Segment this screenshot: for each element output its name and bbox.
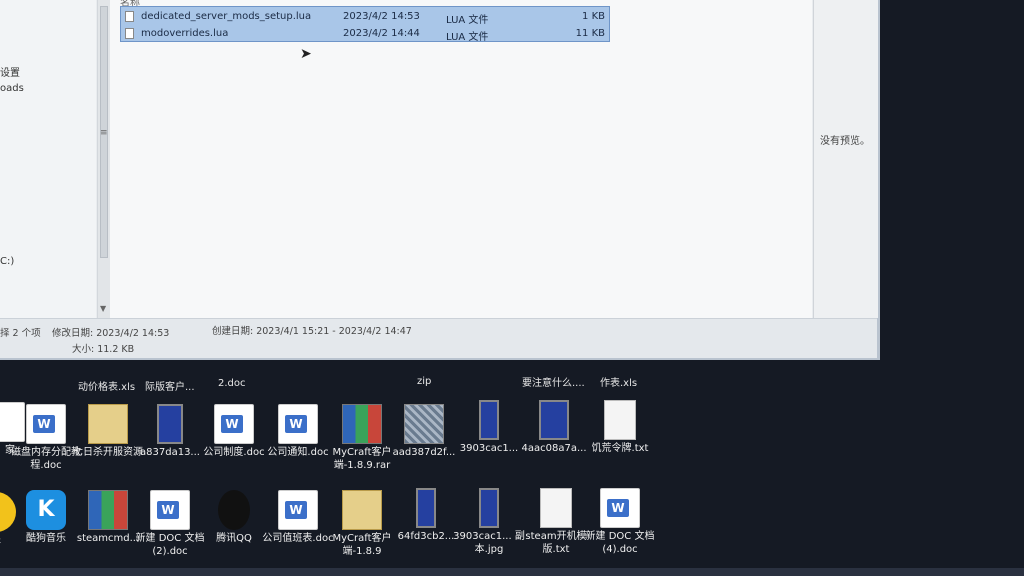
desktop-label[interactable]: 要注意什么.... [522, 374, 585, 389]
word-doc-icon: W [278, 404, 318, 444]
desktop-icon[interactable]: 饥荒令牌.txt [588, 400, 652, 480]
desktop-icon[interactable]: W 新建 DOC 文档 (2).doc [136, 490, 204, 570]
phone-image-icon [479, 400, 499, 440]
winrar-icon [88, 490, 128, 530]
desktop-icon[interactable]: steam开机模版.txt [524, 488, 588, 568]
created-date: 创建日期: 2023/4/1 15:21 - 2023/4/2 14:47 [212, 326, 412, 337]
desktop-icon[interactable]: W 公司值班表.doc [262, 490, 334, 570]
file-date: 2023/4/2 14:53 [343, 11, 420, 22]
text-file-icon [540, 488, 572, 528]
folder-icon [342, 490, 382, 530]
explorer-window: 设置 oads C:) ≡ ▼ 名称 dedicated_server_mods… [0, 0, 880, 360]
desktop-icon[interactable]: aad387d2f... [392, 404, 456, 484]
file-size: 11 KB [575, 28, 605, 39]
taskbar[interactable] [0, 568, 1024, 576]
file-name: modoverrides.lua [141, 28, 229, 39]
file-type: LUA 文件 [446, 15, 489, 26]
word-doc-icon: W [26, 404, 66, 444]
word-doc-icon: W [600, 488, 640, 528]
phone-image-icon [539, 400, 569, 440]
desktop-icon[interactable]: 64fd3cb2... [394, 488, 458, 568]
preview-message: 没有预览。 [820, 136, 870, 147]
file-name: dedicated_server_mods_setup.lua [141, 11, 312, 22]
desktop-icon[interactable]: W 磁盘内存分配教程.doc [11, 404, 81, 484]
desktop-icon[interactable]: 4aac08a7a... [522, 400, 587, 480]
modified-date: 修改日期: 2023/4/2 14:53 [52, 328, 170, 339]
details-pane: 择 2 个项 修改日期: 2023/4/2 14:53 大小: 11.2 KB … [0, 318, 877, 358]
navigation-pane[interactable]: 设置 oads C:) [0, 0, 96, 318]
nav-scrollbar[interactable]: ≡ ▼ [97, 0, 110, 318]
phone-image-icon [157, 404, 183, 444]
grip-icon: ≡ [100, 128, 108, 138]
folder-icon [88, 404, 128, 444]
desktop-icon[interactable]: K 酷狗音乐 [14, 490, 78, 570]
qq-icon [218, 490, 250, 530]
word-doc-icon: W [150, 490, 190, 530]
desktop-label[interactable]: zip [417, 376, 431, 387]
selection-count: 择 2 个项 [0, 328, 41, 339]
nav-item-settings[interactable]: 设置 [0, 64, 20, 79]
file-type: LUA 文件 [446, 32, 489, 43]
scroll-down-icon[interactable]: ▼ [100, 304, 106, 313]
file-row[interactable]: modoverrides.lua 2023/4/2 14:44 LUA 文件 1… [121, 25, 609, 43]
mouse-cursor-icon: ➤ [300, 46, 312, 62]
desktop-icon[interactable]: W 新建 DOC 文档 (4).doc [586, 488, 654, 568]
desktop-label[interactable]: 2.doc [218, 378, 246, 389]
desktop-label[interactable]: 作表.xls [600, 374, 637, 389]
desktop-icon[interactable]: W 公司制度.doc [202, 404, 266, 484]
desktop-icon[interactable]: a837da13... [138, 404, 202, 484]
preview-pane: 没有预览。 [813, 0, 878, 318]
desktop-icon[interactable]: MyCraft客户端-1.8.9 [330, 490, 394, 570]
kugou-icon: K [26, 490, 66, 530]
total-size: 大小: 11.2 KB [72, 344, 135, 355]
phone-image-icon [479, 488, 499, 528]
text-file-icon [604, 400, 636, 440]
image-icon [404, 404, 444, 444]
phone-image-icon [416, 488, 436, 528]
desktop-icon[interactable]: 3903cac1... [457, 400, 521, 480]
file-icon [125, 28, 134, 39]
word-doc-icon: W [214, 404, 254, 444]
selected-files: dedicated_server_mods_setup.lua 2023/4/2… [120, 6, 610, 43]
desktop-label[interactable]: 际版客户... [145, 378, 195, 393]
file-icon [125, 11, 134, 22]
word-doc-icon: W [278, 490, 318, 530]
winrar-icon [342, 404, 382, 444]
file-date: 2023/4/2 14:44 [343, 28, 420, 39]
file-list[interactable]: 名称 dedicated_server_mods_setup.lua 2023/… [110, 0, 812, 318]
desktop-icon[interactable]: MyCraft客户端-1.8.9.rar [330, 404, 394, 484]
desktop-icon[interactable]: W 公司通知.doc [266, 404, 330, 484]
file-size: 1 KB [582, 11, 605, 22]
desktop-icon[interactable]: 腾讯QQ [202, 490, 266, 570]
nav-item-drive-c[interactable]: C:) [0, 256, 14, 267]
desktop-icon[interactable]: steamcmd... [76, 490, 140, 570]
desktop-icon[interactable]: 七日杀开服资源 [73, 404, 143, 484]
nav-item-downloads[interactable]: oads [0, 83, 24, 94]
file-row[interactable]: dedicated_server_mods_setup.lua 2023/4/2… [121, 8, 609, 26]
desktop-icon[interactable]: 3903cac1... 副本.jpg [453, 488, 525, 568]
desktop-label[interactable]: 动价格表.xls [78, 378, 135, 393]
